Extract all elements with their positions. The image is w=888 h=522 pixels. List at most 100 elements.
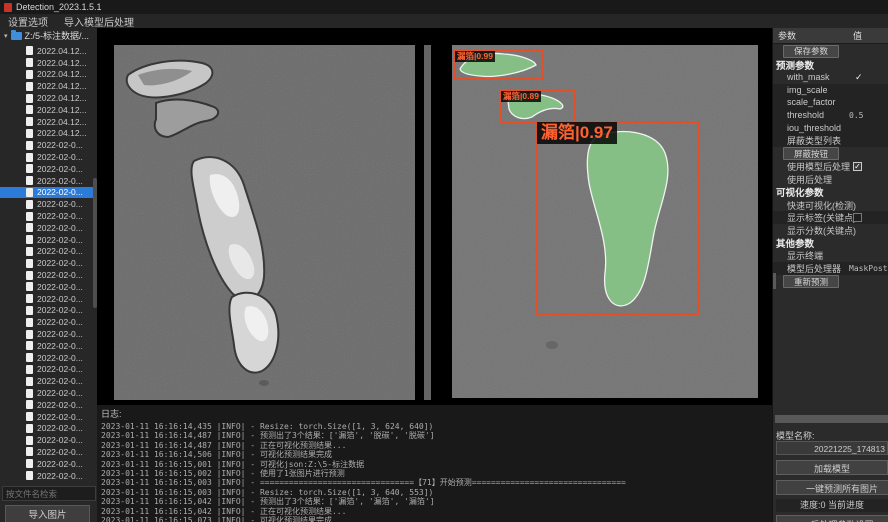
param-button-row: 重新预测 [773,275,888,289]
checkbox-checked-icon[interactable]: ✓ [853,162,862,171]
param-column-header: 参数 [778,29,796,42]
tree-item[interactable]: 2022-02-0... [0,210,93,222]
tree-item[interactable]: 2022-02-0... [0,458,93,470]
param-row[interactable]: img_scale [773,84,888,97]
file-icon [26,271,33,280]
param-row[interactable]: 使用模型后处理✓ [773,161,888,174]
param-row[interactable]: 显示标签(关键点) [773,211,888,224]
tree-item[interactable]: 2022-02-0... [0,434,93,446]
param-row[interactable]: 快速可视化(检测) [773,199,888,212]
param-button[interactable]: 重新预测 [783,275,839,288]
param-button[interactable]: 屏蔽按钮 [783,147,839,160]
tree-item[interactable]: 2022.04.12... [0,80,93,92]
tree-item[interactable]: 2022.04.12... [0,116,93,128]
tree-item[interactable]: 2022-02-0... [0,234,93,246]
param-row[interactable]: scale_factor [773,96,888,109]
file-icon [26,412,33,421]
tree-item-label: 2022-02-0... [37,423,83,433]
file-icon [26,247,33,256]
tree-item[interactable]: 2022-02-0... [0,269,93,281]
tree-item[interactable]: 2022-02-0... [0,316,93,328]
tree-item[interactable]: 2022-02-0... [0,222,93,234]
log-line: 2023-01-11 16:16:14,487 |INFO| - 预测出了3个结… [101,431,772,440]
tree-item[interactable]: 2022-02-0... [0,198,93,210]
tree-item-label: 2022-02-0... [37,187,83,197]
param-row[interactable]: threshold0.5 [773,109,888,122]
tree-item-label: 2022.04.12... [37,93,87,103]
tree-item-label: 2022.04.12... [37,58,87,68]
import-images-button[interactable]: 导入图片 [5,505,90,522]
model-name-field[interactable]: 20221225_174813 [776,441,888,455]
param-row[interactable]: iou_threshold [773,121,888,134]
param-row[interactable]: 屏蔽类型列表 [773,134,888,147]
file-icon [26,176,33,185]
tree-item[interactable]: 2022-02-0... [0,340,93,352]
tree-item[interactable]: 2022-02-0... [0,328,93,340]
source-image-panel[interactable] [114,45,415,400]
search-input[interactable] [2,486,96,501]
tree-item[interactable]: 2022-02-0... [0,163,93,175]
tree-item[interactable]: 2022.04.12... [0,128,93,140]
log-line: 2023-01-11 16:16:14,487 |INFO| - 正在可视化预测… [101,441,772,450]
param-row[interactable]: 模型后处理器MaskPostPro [773,262,888,275]
file-icon [26,129,33,138]
panel-divider [424,45,431,400]
panel-scrollbar[interactable] [773,273,776,289]
tree-item[interactable]: 2022.04.12... [0,104,93,116]
file-icon [26,400,33,409]
file-icon [26,436,33,445]
prediction-image-panel[interactable]: 漏箔|0.99漏箔|0.89漏箔|0.97 [452,45,758,398]
tree-item[interactable]: 2022.04.12... [0,57,93,69]
file-icon [26,353,33,362]
tree-item-label: 2022-02-0... [37,376,83,386]
tree-item[interactable]: 2022-02-0... [0,281,93,293]
param-row[interactable]: 显示分数(关键点) [773,224,888,237]
tree-item[interactable]: 2022-02-0... [0,257,93,269]
tree-item[interactable]: 2022-02-0... [0,411,93,423]
tree-item[interactable]: 2022-02-0... [0,352,93,364]
param-section-header: 其他参数 [773,237,888,250]
tree-item[interactable]: 2022-02-0... [0,151,93,163]
tree-item[interactable]: 2022-02-0... [0,446,93,458]
tree-item[interactable]: 2022-02-0... [0,470,93,482]
sidebar: ▾ Z:/5-标注数据/... 2022.04.12...2022.04.12.… [0,28,98,522]
tree-item[interactable]: 2022.04.12... [0,45,93,57]
checkbox-unchecked-icon[interactable] [853,213,862,222]
tree-item[interactable]: 2022-02-0... [0,364,93,376]
tree-item[interactable]: 2022.04.12... [0,92,93,104]
tree-item[interactable]: 2022-02-0... [0,175,93,187]
tree-item-label: 2022-02-0... [37,294,83,304]
menu-item[interactable]: 设置选项 [8,14,48,29]
tree-item[interactable]: 2022-02-0... [0,293,93,305]
predict-all-button[interactable]: 一键预测所有图片 [776,480,888,495]
tree-item[interactable]: 2022.04.12... [0,69,93,81]
tree-item-label: 2022-02-0... [37,211,83,221]
tree-item[interactable]: 2022-02-0... [0,375,93,387]
source-image [114,45,415,400]
detection-label: 漏箔|0.89 [501,91,541,102]
menu-item[interactable]: 导入模型后处理 [64,14,134,29]
tree-item[interactable]: 2022-02-0... [0,139,93,151]
tree-item[interactable]: 2022-02-0... [0,423,93,435]
file-icon [26,70,33,79]
tree-item-label: 2022-02-0... [37,400,83,410]
file-icon [26,318,33,327]
tree-root[interactable]: ▾ Z:/5-标注数据/... [0,28,97,43]
tree-item[interactable]: 2022-02-0... [0,399,93,411]
postprocess-settings-button[interactable]: 后处理参数设置 [776,515,888,522]
tree-item-label: 2022.04.12... [37,128,87,138]
file-icon [26,341,33,350]
param-label: 模型后处理器 [787,262,841,275]
param-row[interactable]: with_mask✓ [773,71,888,84]
tree-item-label: 2022.04.12... [37,81,87,91]
param-row[interactable]: 显示终端 [773,250,888,263]
param-button[interactable]: 保存参数 [783,45,839,58]
param-row[interactable]: 使用后处理 [773,173,888,186]
tree-item[interactable]: 2022-02-0... [0,387,93,399]
tree-item-label: 2022-02-0... [37,246,83,256]
tree-item[interactable]: 2022-02-0... [0,305,93,317]
tree-item[interactable]: 2022-02-0... [0,187,93,199]
tree-item[interactable]: 2022-02-0... [0,246,93,258]
load-model-button[interactable]: 加载模型 [776,460,888,475]
file-icon [26,365,33,374]
